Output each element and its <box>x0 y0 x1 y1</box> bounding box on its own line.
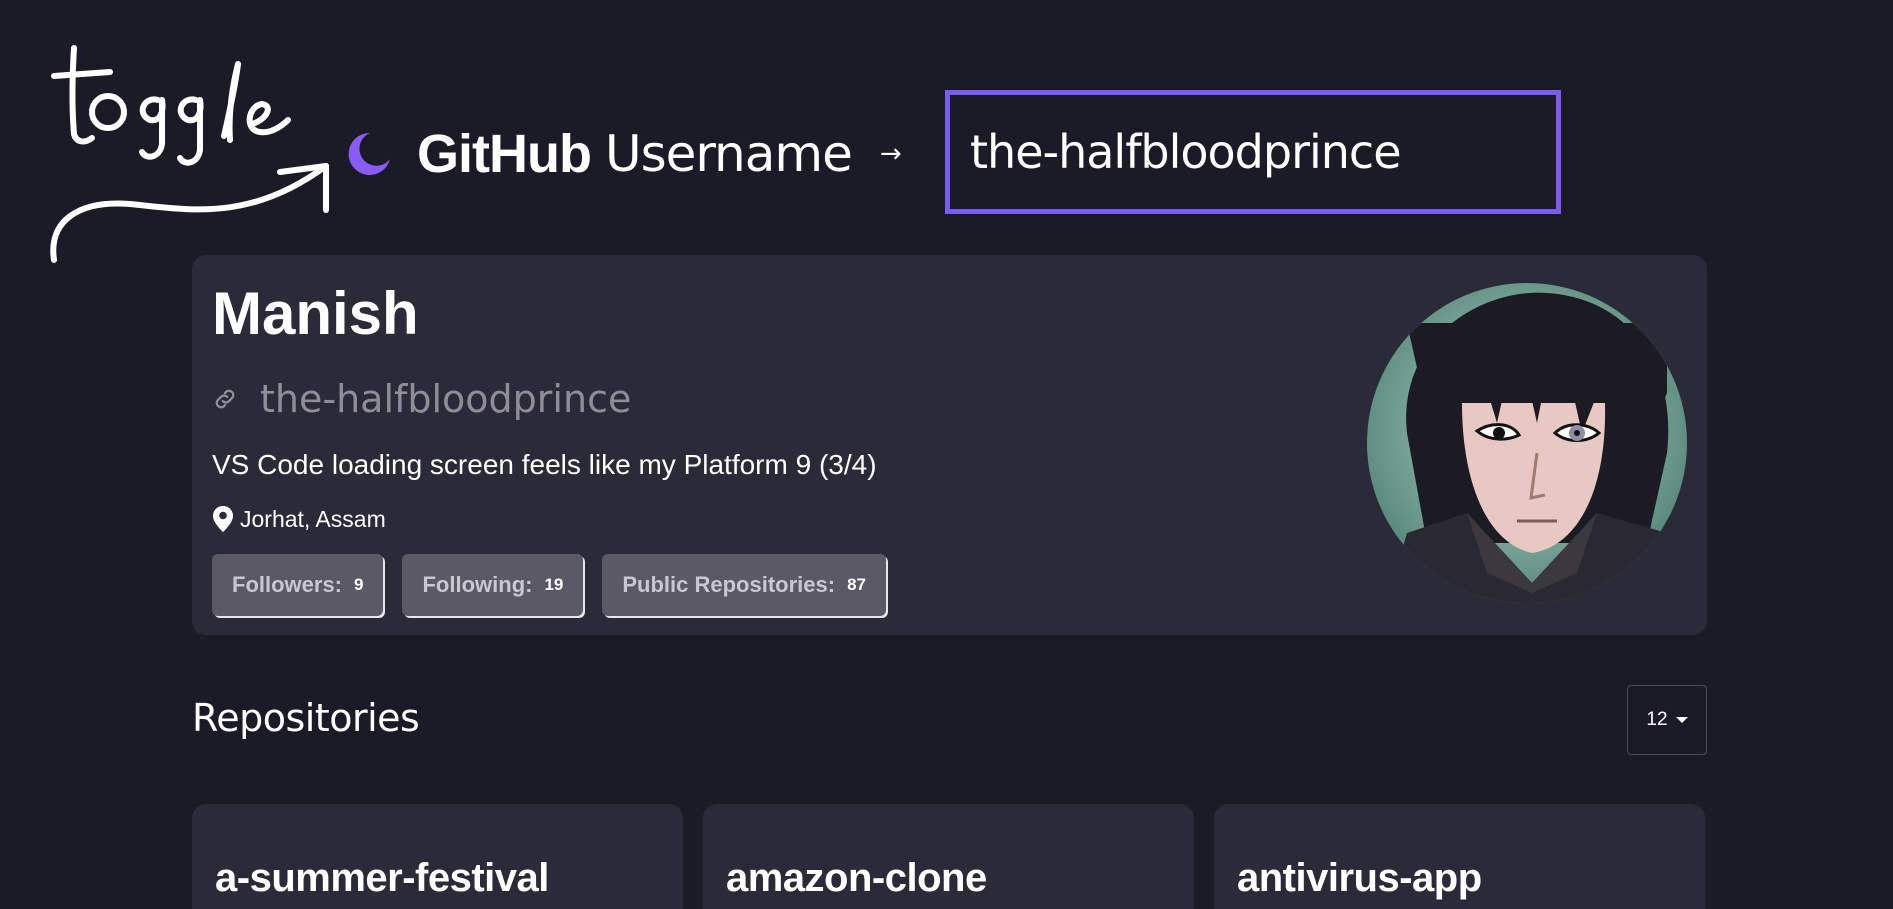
title-github: GitHub <box>417 124 592 184</box>
title-username: Username <box>604 125 853 183</box>
profile-location: Jorhat, Assam <box>212 505 386 533</box>
repo-card[interactable]: amazon-clone <box>703 804 1194 909</box>
handwritten-annotation: toggle <box>40 40 329 263</box>
repo-card[interactable]: antivirus-app <box>1214 804 1705 909</box>
moon-icon <box>348 132 390 175</box>
stat-label: Followers: <box>232 572 343 597</box>
profile-login: the-halfbloodprince <box>260 377 632 421</box>
username-input[interactable] <box>970 125 1556 179</box>
header: GitHub Username → <box>343 96 930 212</box>
repo-name: antivirus-app <box>1237 856 1482 900</box>
theme-toggle-button[interactable] <box>343 128 395 180</box>
repositories-heading: Repositories <box>192 696 420 740</box>
arrow-right-icon: → <box>879 139 902 169</box>
link-icon <box>212 384 242 414</box>
profile-name: Manish <box>212 280 419 347</box>
per-page-value: 12 <box>1646 709 1668 730</box>
repo-name: a-summer-festival <box>215 856 549 900</box>
username-search-box <box>945 90 1561 214</box>
per-page-select[interactable]: 12 <box>1627 685 1707 755</box>
stat-value: 87 <box>847 575 867 594</box>
stat-value: 9 <box>354 575 364 594</box>
stat-public-repositories[interactable]: Public Repositories: 87 <box>602 554 887 616</box>
stat-label: Public Repositories: <box>622 572 836 597</box>
caret-down-icon <box>1675 717 1688 723</box>
location-text: Jorhat, Assam <box>240 505 386 532</box>
profile-bio: VS Code loading screen feels like my Pla… <box>212 449 877 480</box>
stat-label: Following: <box>422 572 533 597</box>
stat-value: 19 <box>544 575 564 594</box>
profile-link[interactable]: the-halfbloodprince <box>212 377 631 421</box>
avatar <box>1367 283 1687 603</box>
location-pin-icon <box>213 506 233 532</box>
page: toggle GitHub Username → Manish the-half… <box>0 0 1893 909</box>
stat-followers[interactable]: Followers: 9 <box>212 554 384 616</box>
profile-card: Manish the-halfbloodprince VS Code loadi… <box>192 255 1707 635</box>
repo-card[interactable]: a-summer-festival <box>192 804 683 909</box>
stat-following[interactable]: Following: 19 <box>402 554 584 616</box>
annotation-text: toggle <box>40 40 84 44</box>
profile-stats: Followers: 9 Following: 19 Public Reposi… <box>212 554 887 616</box>
repo-name: amazon-clone <box>726 856 987 900</box>
